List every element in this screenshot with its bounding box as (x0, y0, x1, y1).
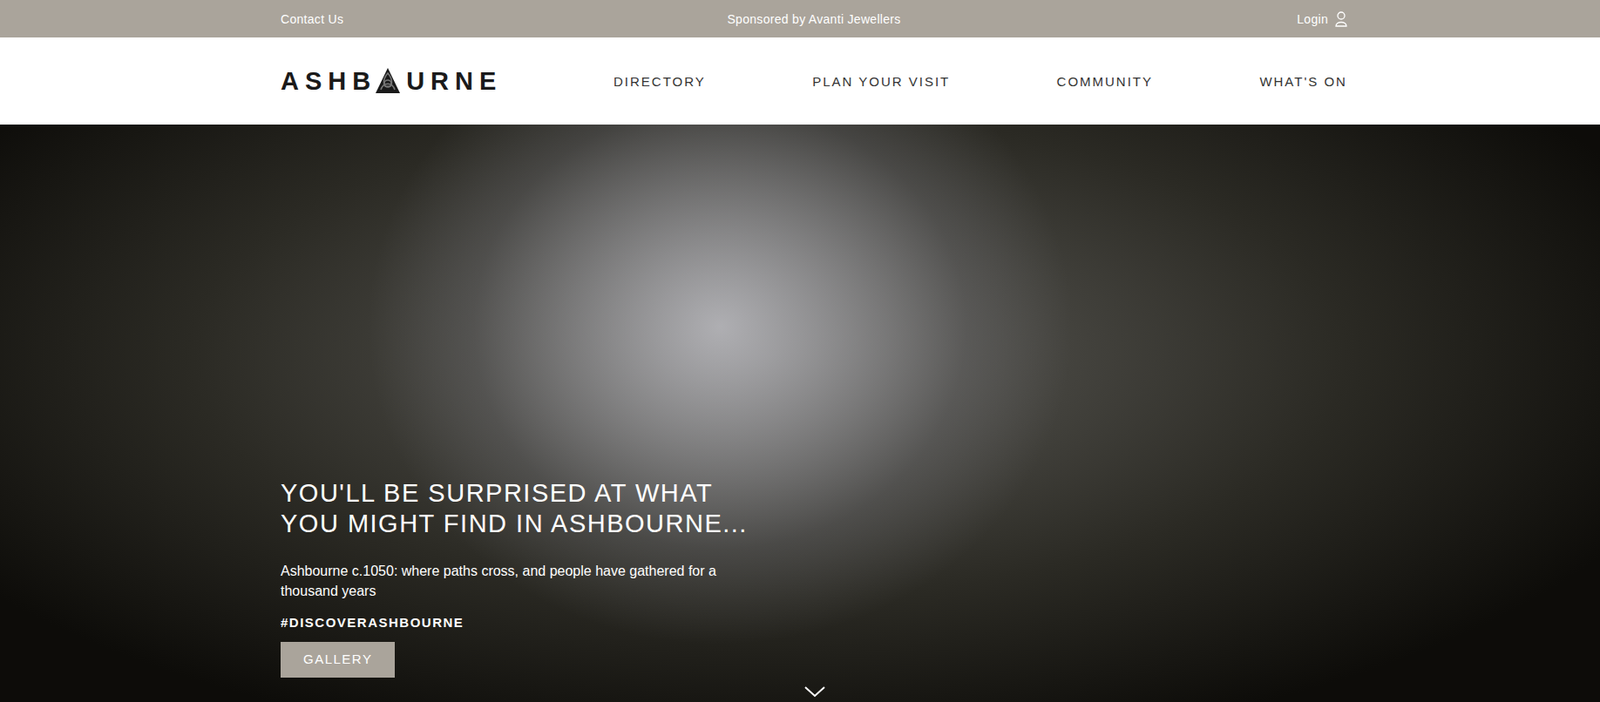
hero-heading: YOU'LL BE SURPRISED AT WHATYOU MIGHT FIN… (280, 478, 1348, 541)
contact-link[interactable]: Contact Us (280, 12, 727, 27)
main-nav: DIRECTORY PLAN YOUR VISIT COMMUNITY WHAT'S … (613, 74, 1348, 89)
login-link[interactable]: Login (1296, 11, 1348, 28)
nav-item[interactable]: WHAT'S ON (1259, 74, 1348, 89)
hero-text: YOU'LL BE SURPRISED AT WHATYOU MIGHT FIN… (280, 478, 1348, 678)
chevron-down-icon[interactable] (803, 684, 827, 699)
logo-text-end[interactable]: URNE (406, 67, 502, 96)
triquetra-logo-icon (374, 67, 401, 95)
user-icon (1335, 11, 1348, 28)
top-bar: Contact UsSponsored by Avanti Jewellers L… (0, 0, 1600, 38)
header-inner: ASHB URNE DIRECTORY PLAN YOUR VISIT COMMUNIT… (280, 67, 1348, 96)
hero-banner: YOU'LL BE SURPRISED AT WHATYOU MIGHT FIN… (0, 124, 1600, 702)
gallery-button[interactable]: GALLERY (280, 642, 395, 678)
sponsor-text: Sponsored by Avanti Jewellers (726, 12, 901, 27)
nav-item[interactable]: COMMUNITY (1057, 74, 1154, 89)
login-label[interactable]: Login (1296, 12, 1329, 27)
nav-item[interactable]: PLAN YOUR VISIT (812, 74, 950, 89)
hashtag: #DISCOVERASHBOURNE (280, 615, 1348, 631)
hero-heading-line: YOU'LL BE SURPRISED AT WHAT (280, 478, 1348, 509)
nav-item[interactable]: DIRECTORY (613, 74, 706, 89)
top-bar-inner: Contact UsSponsored by Avanti Jewellers L… (280, 11, 1348, 28)
hero-subtitle: Ashbourne c.1050: where paths cross, and… (280, 561, 734, 602)
logo-text-start[interactable]: ASHB (280, 67, 377, 96)
hero-heading-line: YOU MIGHT FIND IN ASHBOURNE... (280, 508, 1348, 540)
button-row: GALLERY (280, 642, 1348, 678)
logo[interactable]: ASHB URNE (280, 67, 502, 96)
header: ASHB URNE DIRECTORY PLAN YOUR VISIT COMMUNIT… (0, 37, 1600, 125)
